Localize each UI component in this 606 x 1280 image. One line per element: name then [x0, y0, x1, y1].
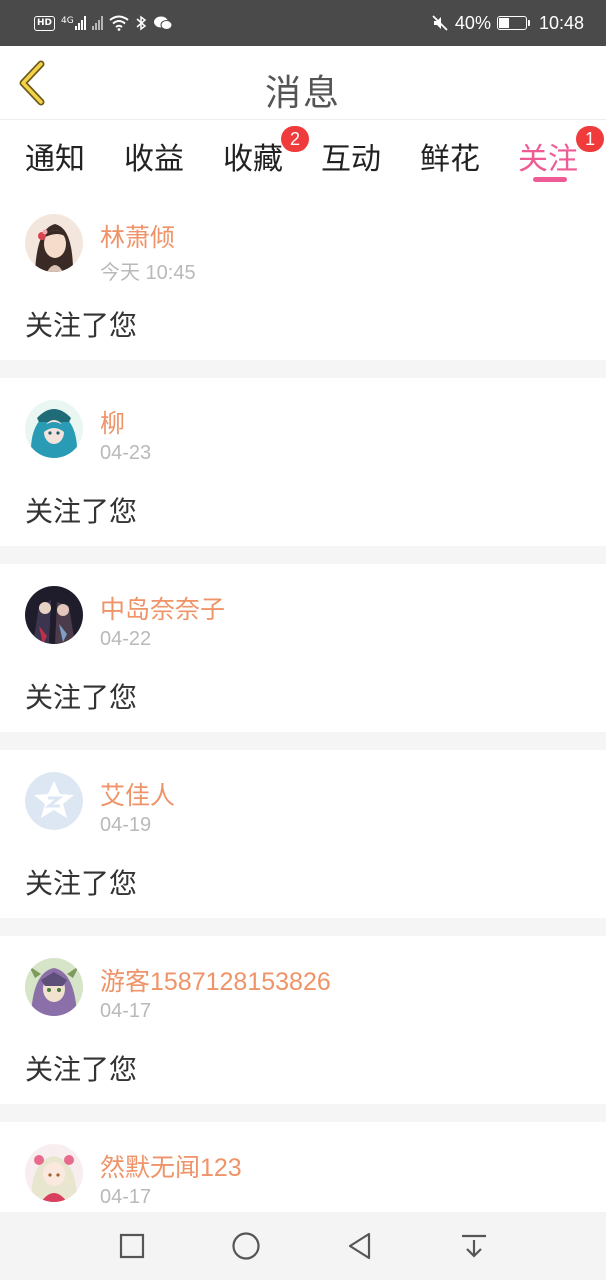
username[interactable]: 中岛奈奈子: [100, 590, 225, 626]
tab-favorites[interactable]: 收藏 2: [223, 126, 309, 178]
tab-badge: 2: [281, 126, 309, 152]
list-item[interactable]: 中岛奈奈子 04-22 关注了您: [0, 564, 606, 732]
wifi-icon: [109, 15, 129, 31]
timestamp: 04-17: [100, 1000, 152, 1022]
username[interactable]: 艾佳人: [100, 776, 175, 812]
battery-icon: [496, 16, 530, 30]
notification-shade-button[interactable]: [458, 1230, 490, 1262]
tab-label: 关注: [518, 142, 578, 177]
circle-icon: [232, 1232, 260, 1260]
battery-percent: 40%: [454, 12, 491, 33]
triangle-back-icon: [348, 1232, 371, 1260]
anime-blue-hair-avatar: [25, 400, 83, 458]
hd-icon: HD: [34, 15, 56, 31]
tab-earnings[interactable]: 收益: [124, 134, 184, 178]
status-bar: HD 4G 40% 10:48: [0, 0, 606, 46]
avatar[interactable]: [25, 214, 83, 272]
wechat-icon: [153, 16, 173, 30]
tab-badge: 1: [576, 126, 604, 152]
tab-flowers[interactable]: 鲜花: [420, 134, 480, 178]
anime-green-avatar: [25, 958, 83, 1016]
timestamp: 04-17: [100, 1186, 152, 1208]
message-list: 林萧倾 今天 10:45 关注了您 柳 04-23 关注了您 中岛奈奈子 04-…: [0, 192, 606, 1280]
back-nav-button[interactable]: [344, 1230, 376, 1262]
girl-portrait-avatar: [25, 214, 83, 272]
tab-label: 通知: [25, 142, 85, 177]
mute-icon: [432, 15, 448, 31]
tab-label: 收藏: [223, 142, 283, 177]
network-type-label: 4G: [61, 16, 74, 26]
tab-label: 收益: [124, 142, 184, 177]
message-text: 关注了您: [25, 495, 138, 528]
status-left: HD 4G: [34, 15, 173, 31]
message-text: 关注了您: [25, 867, 138, 900]
status-right: 40% 10:48: [431, 13, 584, 34]
recents-button[interactable]: [116, 1230, 148, 1262]
clock: 10:48: [538, 12, 584, 33]
home-button[interactable]: [230, 1230, 262, 1262]
timestamp: 04-23: [100, 442, 152, 464]
message-text: 关注了您: [25, 681, 138, 714]
active-tab-indicator: [533, 177, 567, 182]
message-text: 关注了您: [25, 309, 138, 342]
signal-icon: [91, 16, 103, 30]
list-item[interactable]: 林萧倾 今天 10:45 关注了您: [0, 192, 606, 360]
default-star-avatar: [25, 772, 83, 830]
4g-signal-icon: 4G: [61, 16, 86, 30]
square-icon: [119, 1233, 145, 1259]
anime-pink-avatar: [25, 1144, 83, 1202]
notification-down-icon: [462, 1234, 486, 1258]
dark-anime-avatar: [25, 586, 83, 644]
tab-follows[interactable]: 关注 1: [518, 126, 604, 178]
avatar[interactable]: [25, 586, 83, 644]
list-item[interactable]: 艾佳人 04-19 关注了您: [0, 750, 606, 918]
timestamp: 04-22: [100, 628, 152, 650]
username[interactable]: 林萧倾: [100, 218, 175, 254]
tab-label: 鲜花: [420, 142, 480, 177]
username[interactable]: 柳: [100, 404, 125, 440]
tab-bar: 通知 收益 收藏 2 互动 鲜花 关注 1: [0, 120, 606, 192]
page-title: 消息: [264, 73, 341, 114]
title-bar: 消息: [0, 46, 606, 120]
tab-interactions[interactable]: 互动: [321, 134, 381, 178]
avatar[interactable]: [25, 772, 83, 830]
system-nav-bar: [0, 1212, 606, 1280]
bluetooth-icon: [136, 15, 146, 31]
list-item[interactable]: 游客1587128153826 04-17 关注了您: [0, 936, 606, 1104]
username[interactable]: 然默无闻123: [100, 1148, 242, 1184]
avatar[interactable]: [25, 1144, 83, 1202]
timestamp: 今天 10:45: [100, 262, 196, 284]
timestamp: 04-19: [100, 814, 152, 836]
message-text: 关注了您: [25, 1053, 138, 1086]
tab-notifications[interactable]: 通知: [25, 134, 85, 178]
username[interactable]: 游客1587128153826: [100, 962, 331, 998]
avatar[interactable]: [25, 958, 83, 1016]
avatar[interactable]: [25, 400, 83, 458]
tab-label: 互动: [321, 142, 381, 177]
list-item[interactable]: 柳 04-23 关注了您: [0, 378, 606, 546]
